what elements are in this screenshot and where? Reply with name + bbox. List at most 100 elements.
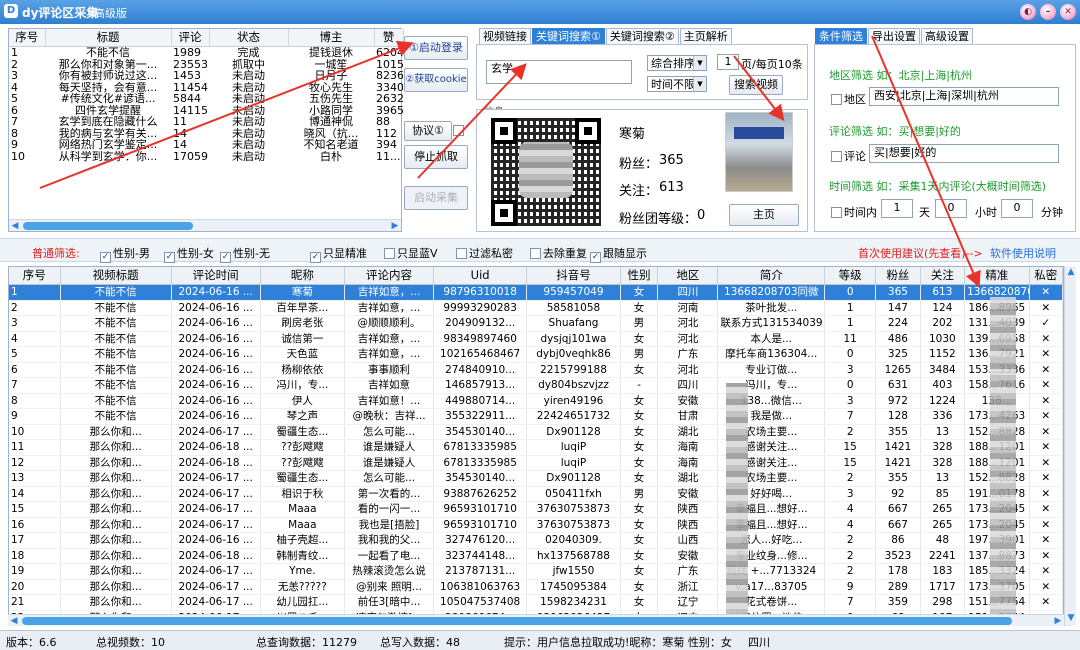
hours-input[interactable]: 0 xyxy=(935,199,967,218)
filter-checkbox[interactable] xyxy=(456,248,467,259)
video-table-scrollbar[interactable]: ◀ ▶ xyxy=(9,219,401,231)
filter-checkbox[interactable]: ✓ xyxy=(100,252,111,263)
table-row[interactable]: 8 不能不信 2024-06-16 ... 伊人 吉祥如意！... 449880714..… xyxy=(9,393,1063,409)
get-cookie-button[interactable]: ②获取cookie xyxy=(404,68,468,92)
start-login-button[interactable]: ①启动登录 xyxy=(404,36,468,60)
table-row[interactable]: 20 那么你和... 2024-06-17 ... 无恙????? @别来 照明... 1… xyxy=(9,579,1063,595)
scroll-up-icon[interactable]: ▲ xyxy=(1065,266,1077,278)
filter-option[interactable]: 过滤私密 xyxy=(456,245,513,261)
homepage-button[interactable]: 主页 xyxy=(729,204,799,226)
column-header[interactable]: 评论 xyxy=(171,29,210,47)
start-collect-button[interactable]: 启动采集 xyxy=(404,186,468,210)
table-row[interactable]: 6 四件玄学提醒 14115 未启动 小路同学 39659 xyxy=(9,105,403,117)
region-checkbox[interactable] xyxy=(831,94,842,105)
column-header[interactable]: 私密 xyxy=(1029,267,1063,285)
days-input[interactable]: 1 xyxy=(881,199,913,218)
comment-input[interactable]: 买|想要|好的 xyxy=(869,144,1059,163)
search-video-button[interactable]: 搜索视频 xyxy=(729,75,783,95)
table-row[interactable]: 17 那么你和... 2024-06-16 ... 柚子壳超... 我和我的父... 32… xyxy=(9,532,1063,549)
region-input[interactable]: 西安|北京|上海|深圳|杭州 xyxy=(869,87,1059,106)
column-header[interactable]: 评论内容 xyxy=(344,267,434,285)
column-header[interactable]: 关注 xyxy=(920,267,966,285)
first-use-link[interactable]: 首次使用建议(先查看)--> xyxy=(858,245,983,261)
column-header[interactable]: 简介 xyxy=(717,267,826,285)
column-header[interactable]: 视频标题 xyxy=(60,267,172,285)
tab-search-4[interactable]: 主页解析 xyxy=(679,28,732,44)
table-row[interactable]: 2 那么你和对象第一... 23553 抓取中 一城笙 10151 xyxy=(9,59,403,71)
column-header[interactable]: 序号 xyxy=(9,267,61,285)
column-header[interactable]: 赞 xyxy=(374,29,404,47)
column-header[interactable]: 标题 xyxy=(45,29,172,47)
table-row[interactable]: 15 那么你和... 2024-06-17 ... Maaa 看的一闪一... 96593… xyxy=(9,501,1063,518)
main-vertical-scrollbar[interactable]: ▲ ▼ xyxy=(1064,266,1076,626)
table-row[interactable]: 5 #传统文化#谚语... 5844 未启动 五伤先生 26328 xyxy=(9,93,403,105)
protocol-button[interactable]: 协议① xyxy=(404,121,452,141)
page-input[interactable]: 1 xyxy=(717,54,739,70)
column-header[interactable]: 博主 xyxy=(288,29,375,47)
column-header[interactable]: Uid xyxy=(433,267,528,285)
table-row[interactable]: 12 那么你和... 2024-06-18 ... ??彭飕飕 谁是嫌疑人 6781333… xyxy=(9,455,1063,471)
table-row[interactable]: 16 那么你和... 2024-06-17 ... Maaa 我也是[捂脸] 965931… xyxy=(9,517,1063,533)
table-row[interactable]: 9 网络热门玄学鉴定... 14 未启动 不知名老道 394 xyxy=(9,139,403,151)
filter-option[interactable]: 只显蓝V xyxy=(384,245,438,261)
table-row[interactable]: 4 不能不信 2024-06-16 ... 诚信第一 吉祥如意，... 983498974… xyxy=(9,331,1063,347)
stop-button[interactable]: 停止抓取 xyxy=(404,145,468,169)
scroll-right-icon[interactable]: ▶ xyxy=(1052,615,1064,627)
manual-link[interactable]: 软件使用说明 xyxy=(990,245,1056,261)
filter-checkbox[interactable]: ✓ xyxy=(590,252,601,263)
tab-settings-1[interactable]: 条件筛选 xyxy=(815,28,867,44)
tab-settings-3[interactable]: 高级设置 xyxy=(921,28,973,44)
table-row[interactable]: 1 不能不信 1989 完成 提钱退休 6204 xyxy=(9,47,403,59)
tab-search-2[interactable]: 关键词搜索① xyxy=(532,28,605,44)
table-row[interactable]: 6 不能不信 2024-06-16 ... 杨柳依依 事事顺利 274840910... 2… xyxy=(9,362,1063,378)
table-row[interactable]: 10 那么你和... 2024-06-17 ... 蜀疆生态... 怎么可能... 354… xyxy=(9,424,1063,440)
comment-checkbox-wrap[interactable]: 评论 xyxy=(831,148,866,164)
table-row[interactable]: 8 我的病与玄学有关... 14 未启动 晓风（抗... 112 xyxy=(9,128,403,140)
column-header[interactable]: 地区 xyxy=(657,267,719,285)
column-header[interactable]: 性别 xyxy=(620,267,659,285)
table-row[interactable]: 13 那么你和... 2024-06-17 ... 蜀疆生态... 怎么可能... 354… xyxy=(9,470,1063,487)
keyword-input[interactable]: 玄学 xyxy=(486,60,632,84)
table-row[interactable]: 2 不能不信 2024-06-16 ... 百年早茶... 吉祥如意，... 999932… xyxy=(9,300,1063,316)
filter-checkbox[interactable] xyxy=(384,248,395,259)
time-select[interactable]: 时间不限 ▼ xyxy=(647,76,707,92)
time-checkbox[interactable] xyxy=(831,207,842,218)
table-row[interactable]: 7 玄学到底在隐藏什么 11 未启动 博通神侃 88 xyxy=(9,116,403,128)
column-header[interactable]: 序号 xyxy=(9,29,46,47)
filter-option[interactable]: ✓ 只显精准 xyxy=(310,245,367,263)
scroll-left-icon[interactable]: ◀ xyxy=(8,615,20,627)
column-header[interactable]: 抖音号 xyxy=(526,267,621,285)
table-row[interactable]: 9 不能不信 2024-06-16 ... 琴之声 @晚秋：吉祥... 355322911… xyxy=(9,408,1063,425)
table-row[interactable]: 21 那么你和... 2024-06-17 ... 幼儿园扛... 前任3[暗中... 1… xyxy=(9,594,1063,611)
time-checkbox-wrap[interactable]: 时间内 xyxy=(831,204,877,220)
filter-option[interactable]: ✓ 性别-无 xyxy=(220,245,270,263)
sort-select[interactable]: 综合排序 ▼ xyxy=(647,55,707,71)
tab-search-1[interactable]: 视频链接 xyxy=(479,28,531,44)
filter-checkbox[interactable]: ✓ xyxy=(220,252,231,263)
filter-checkbox[interactable]: ✓ xyxy=(164,252,175,263)
region-checkbox-wrap[interactable]: 地区 xyxy=(831,91,866,107)
tab-search-3[interactable]: 关键词搜索② xyxy=(605,28,679,44)
table-row[interactable]: 19 那么你和... 2024-06-17 ... Yme. 热辣滚烫怎么说 213787… xyxy=(9,563,1063,580)
protocol-checkbox[interactable] xyxy=(453,125,464,136)
column-header[interactable]: 等级 xyxy=(824,267,877,285)
table-row[interactable]: 4 每天坚持，会有意... 11454 未启动 牧心先生 33407 xyxy=(9,82,403,94)
scroll-right-icon[interactable]: ▶ xyxy=(389,220,401,232)
table-row[interactable]: 1 不能不信 2024-06-16 ... 寒菊 吉祥如意，... 98796310018… xyxy=(9,284,1063,301)
skin-icon[interactable]: ◐ xyxy=(1020,4,1036,20)
column-header[interactable]: 状态 xyxy=(209,29,289,47)
table-row[interactable]: 18 那么你和... 2024-06-18 ... 韩制青纹... 一起看了电... 32… xyxy=(9,548,1063,564)
minutes-input[interactable]: 0 xyxy=(1001,199,1033,218)
column-header[interactable]: 精准 xyxy=(964,267,1030,285)
filter-option[interactable]: 去除重复 xyxy=(530,245,587,261)
table-row[interactable]: 7 不能不信 2024-06-16 ... 冯川，专... 吉祥如意 146857913.… xyxy=(9,377,1063,394)
table-row[interactable]: 5 不能不信 2024-06-16 ... 天色蓝 吉祥如意，... 1021654684… xyxy=(9,346,1063,363)
column-header[interactable]: 昵称 xyxy=(260,267,346,285)
filter-checkbox[interactable]: ✓ xyxy=(310,252,321,263)
tab-settings-2[interactable]: 导出设置 xyxy=(868,28,920,44)
filter-option[interactable]: ✓ 跟随显示 xyxy=(590,245,647,263)
filter-checkbox[interactable] xyxy=(530,248,541,259)
scroll-down-icon[interactable]: ▼ xyxy=(1065,612,1077,624)
table-row[interactable]: 11 那么你和... 2024-06-18 ... ??彭飕飕 谁是嫌疑人 6781333… xyxy=(9,439,1063,456)
main-horizontal-scrollbar[interactable]: ◀ ▶ xyxy=(8,614,1064,626)
